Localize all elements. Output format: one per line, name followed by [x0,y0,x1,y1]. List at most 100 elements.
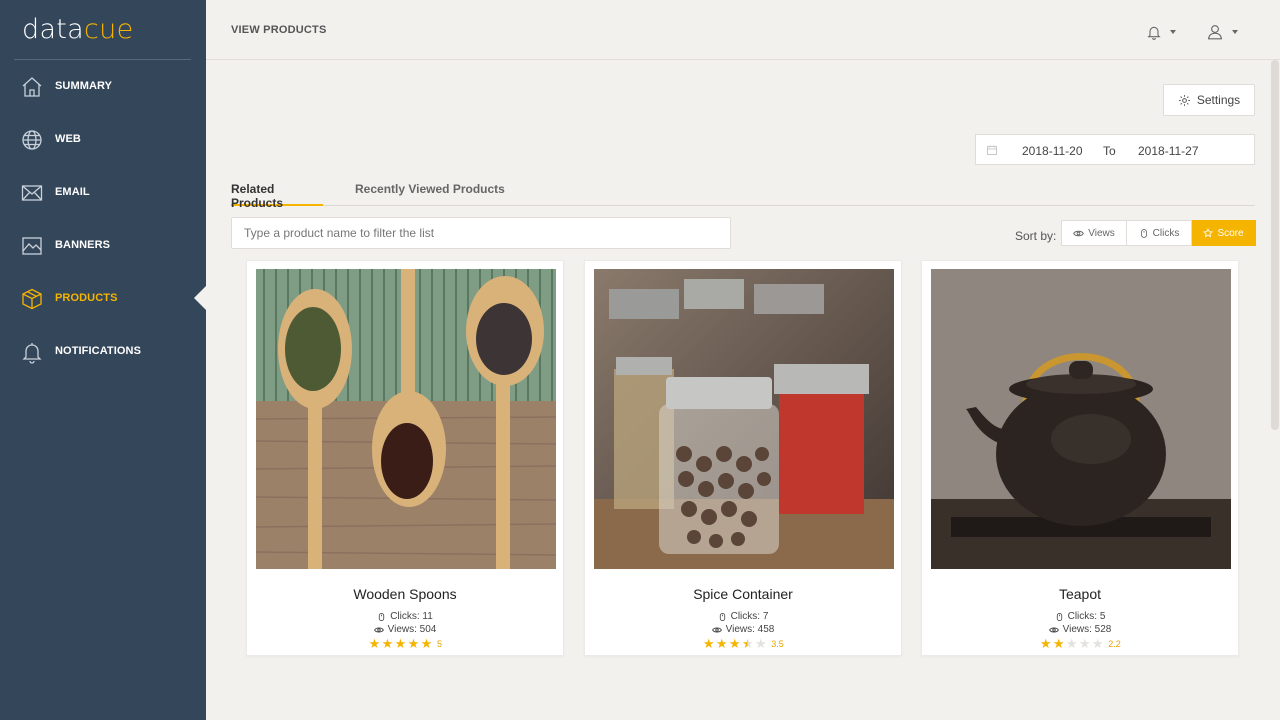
settings-button[interactable]: Settings [1163,84,1255,116]
envelope-icon [21,185,43,201]
star-icon: ★ [715,636,728,651]
product-image-teapot[interactable] [931,269,1231,569]
bell-icon [1147,26,1161,40]
product-filter-input[interactable] [231,217,731,249]
sidebar-item-label: WEB [55,133,81,145]
product-card[interactable]: Teapot Clicks: 5 Views: 528 ★ ★ ★ ★ ★ 2.2 [921,260,1239,656]
notifications-menu-button[interactable] [1146,20,1176,44]
star-empty-icon: ★ [1078,636,1091,651]
product-views: Views: 458 [585,624,901,635]
user-menu-button[interactable] [1206,20,1238,44]
sidebar-item-summary[interactable]: SUMMARY [0,67,206,107]
product-name: Spice Container [693,586,793,602]
star-half-icon: ★ [741,636,754,651]
star-icon [1203,228,1214,238]
product-clicks: Clicks: 5 [922,611,1238,622]
page-title: VIEW PRODUCTS [231,24,327,36]
product-clicks-value: Clicks: 11 [390,611,433,622]
sidebar-item-label: BANNERS [55,239,111,251]
box-icon [22,288,42,310]
sidebar-item-label: PRODUCTS [55,292,118,304]
product-name: Wooden Spoons [353,586,457,602]
product-image-spice-container[interactable] [594,269,894,569]
date-to[interactable]: 2018-11-27 [1138,144,1199,158]
sort-clicks-label: Clicks [1152,227,1180,239]
star-icon: ★ [728,636,741,651]
eye-icon [711,627,722,632]
gear-icon [1178,94,1190,106]
page-scrollbar[interactable] [1271,60,1279,430]
eye-icon [373,627,384,632]
active-nav-indicator [194,286,206,310]
mouse-icon [1140,228,1147,238]
star-icon: ★ [381,636,394,651]
star-icon: ★ [420,636,433,651]
user-icon [1208,25,1222,40]
sort-clicks-button[interactable]: Clicks [1127,220,1192,246]
product-rating-value: 2.2 [1108,639,1121,649]
product-rating: ★ ★ ★ ★ ★ 3.5 [585,637,901,651]
sidebar-item-label: EMAIL [55,186,90,198]
product-clicks-value: Clicks: 7 [730,611,769,622]
date-from[interactable]: 2018-11-20 [1022,144,1083,158]
product-clicks: Clicks: 7 [585,611,901,622]
logo-divider [14,59,191,60]
bell-icon [22,343,42,364]
mouse-icon [1056,612,1062,621]
product-image-wooden-spoons[interactable] [256,269,556,569]
star-icon: ★ [1039,636,1052,651]
sort-score-label: Score [1217,227,1244,239]
product-clicks-value: Clicks: 5 [1067,611,1106,622]
sidebar-item-web[interactable]: WEB [0,120,206,160]
product-views: Views: 504 [247,624,563,635]
sidebar-item-banners[interactable]: BANNERS [0,226,206,266]
product-views-value: Views: 528 [1062,624,1112,635]
mouse-icon [379,612,385,621]
chevron-down-icon [1232,30,1238,34]
globe-icon [22,130,42,150]
product-clicks: Clicks: 11 [247,611,563,622]
star-empty-icon: ★ [1091,636,1104,651]
product-views-value: Views: 504 [387,624,437,635]
sort-label: Sort by: [1015,229,1057,243]
star-icon: ★ [1052,636,1065,651]
product-rating: ★ ★ ★ ★ ★ 2.2 [922,637,1238,651]
product-card[interactable]: Spice Container Clicks: 7 Views: 458 ★ ★ ★… [584,260,902,656]
top-header: VIEW PRODUCTS [206,0,1280,60]
sort-score-button[interactable]: Score [1192,220,1256,246]
product-views: Views: 528 [922,624,1238,635]
star-icon: ★ [394,636,407,651]
product-rating: ★ ★ ★ ★ ★ 5 [247,637,563,651]
product-rating-value: 5 [436,639,442,649]
sort-views-button[interactable]: Views [1061,220,1127,246]
star-empty-icon: ★ [754,636,767,651]
sort-views-label: Views [1088,227,1115,239]
sort-button-group: Views Clicks Score [1061,220,1256,246]
sidebar-item-label: NOTIFICATIONS [55,345,142,357]
star-icon: ★ [407,636,420,651]
tab-recently-viewed-products[interactable]: Recently Viewed Products [355,182,505,206]
product-views-value: Views: 458 [725,624,775,635]
sidebar-item-notifications[interactable]: NOTIFICATIONS [0,332,206,372]
product-tabs: Related Products Recently Viewed Product… [231,182,1255,210]
datacue-logo[interactable]: datacue [22,14,134,45]
image-icon [22,237,42,255]
product-rating-value: 3.5 [771,639,784,649]
eye-icon [1073,230,1085,236]
logo-part-data: data [22,14,85,45]
star-icon: ★ [368,636,381,651]
star-empty-icon: ★ [1065,636,1078,651]
eye-icon [1048,627,1059,632]
mouse-icon [719,612,725,621]
settings-label: Settings [1196,93,1241,107]
tab-related-products[interactable]: Related Products [231,182,323,210]
sidebar: datacue SUMMARY WEB EMAIL BANNERS PRODUC… [0,0,206,720]
logo-part-cue: cue [84,14,134,45]
date-separator: To [1103,144,1116,158]
date-range-picker[interactable]: 2018-11-20 To 2018-11-27 [975,134,1255,165]
sidebar-item-email[interactable]: EMAIL [0,173,206,213]
sidebar-item-products[interactable]: PRODUCTS [0,279,206,319]
product-card[interactable]: Wooden Spoons Clicks: 11 Views: 504 ★ ★ ★ ★… [246,260,564,656]
calendar-icon [987,145,997,155]
chevron-down-icon [1170,30,1176,34]
